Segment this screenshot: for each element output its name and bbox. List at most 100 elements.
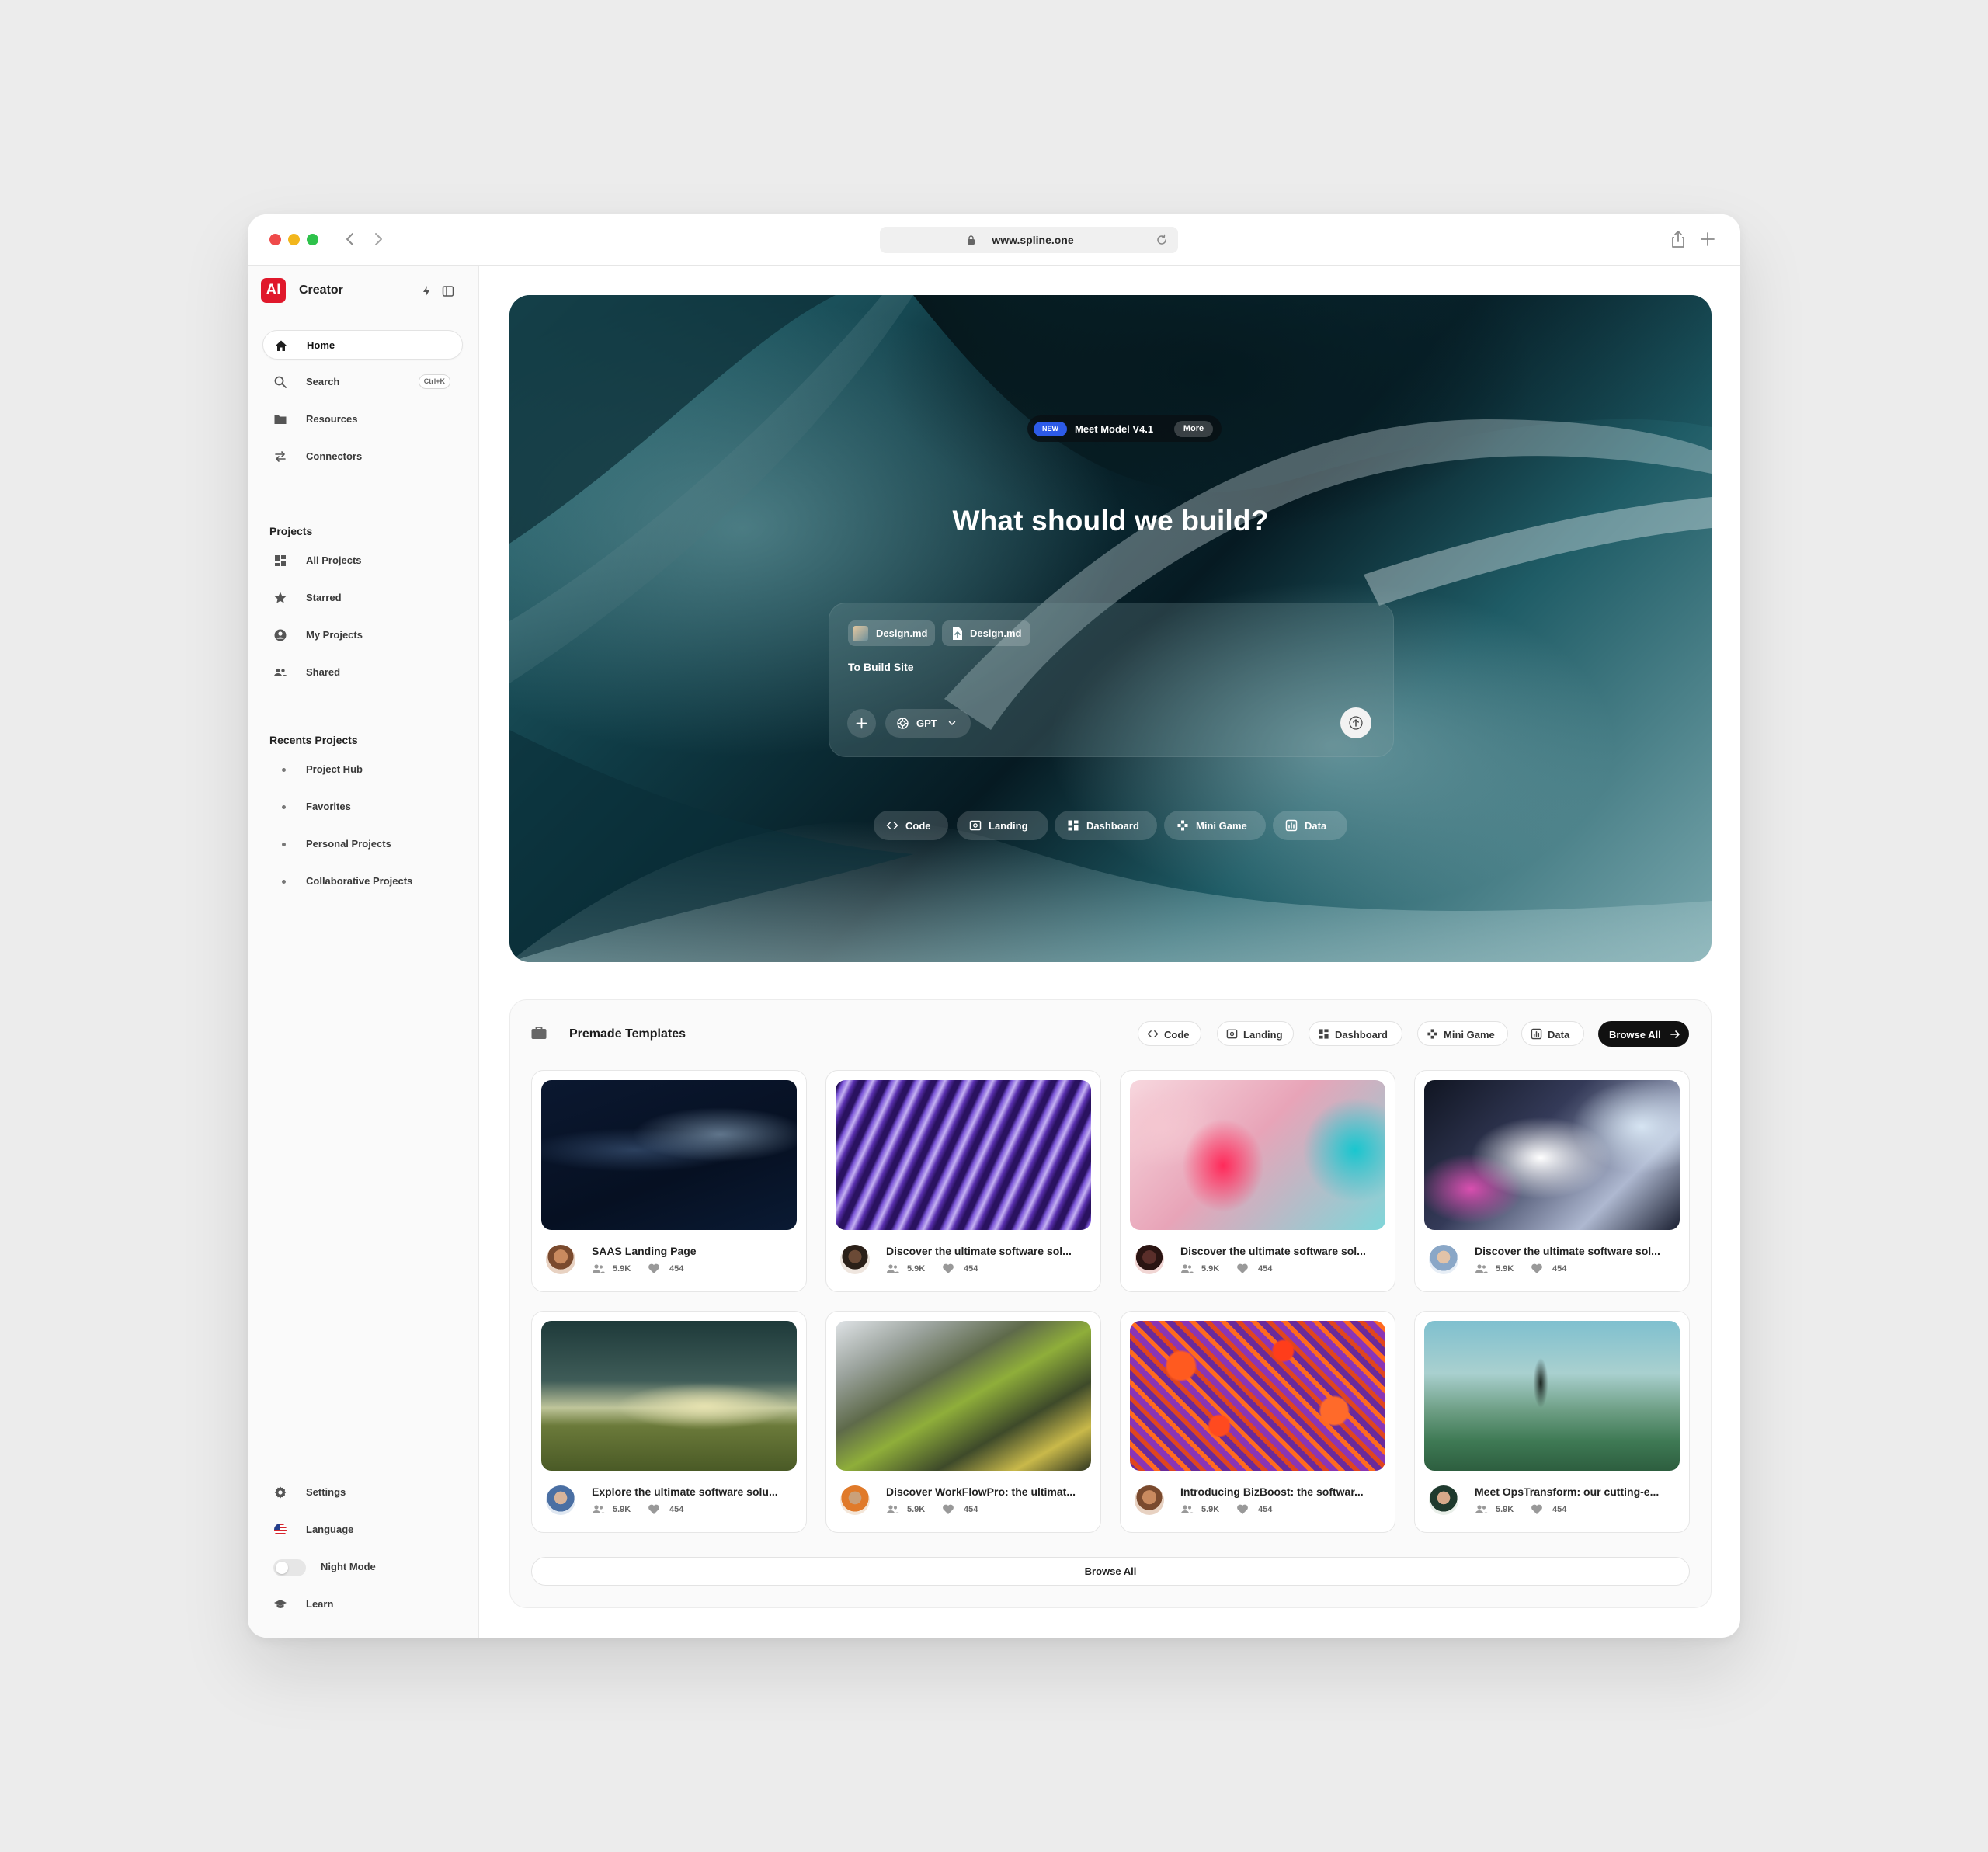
template-card[interactable]: Meet OpsTransform: our cutting-e... 5.9K… — [1414, 1311, 1690, 1533]
attachment-name: Design.md — [876, 627, 928, 639]
recent-personal-projects[interactable]: Personal Projects — [262, 829, 463, 859]
filter-code[interactable]: Code — [1138, 1021, 1201, 1046]
send-button[interactable] — [1340, 707, 1371, 738]
night-mode-toggle[interactable] — [273, 1559, 306, 1576]
recent-favorites[interactable]: Favorites — [262, 792, 463, 822]
hero-pill-label: Dashboard — [1086, 820, 1139, 832]
browse-all-label: Browse All — [1609, 1029, 1661, 1041]
back-arrow-icon[interactable] — [339, 228, 361, 250]
reload-icon[interactable] — [1155, 233, 1169, 247]
nav-resources[interactable]: Resources — [262, 405, 463, 434]
sidebar: AI Creator Home Search Ctrl+K Resources … — [248, 266, 479, 1638]
author-avatar[interactable] — [546, 1485, 575, 1515]
filter-label: Dashboard — [1335, 1029, 1388, 1041]
filter-label: Mini Game — [1444, 1029, 1495, 1041]
likes-count: 454 — [964, 1264, 978, 1273]
search-icon — [274, 376, 287, 388]
author-avatar[interactable] — [840, 1245, 870, 1274]
nav-settings[interactable]: Settings — [262, 1478, 463, 1507]
template-card[interactable]: SAAS Landing Page 5.9K 454 — [531, 1070, 807, 1292]
nav-shared[interactable]: Shared — [262, 658, 463, 687]
users-count: 5.9K — [1496, 1505, 1514, 1514]
nav-learn[interactable]: Learn — [262, 1590, 463, 1619]
filter-data[interactable]: Data — [1521, 1021, 1584, 1046]
nav-starred[interactable]: Starred — [262, 583, 463, 613]
heart-icon[interactable] — [1236, 1503, 1249, 1515]
browse-all-footer-button[interactable]: Browse All — [531, 1557, 1690, 1586]
nav-all-projects[interactable]: All Projects — [262, 546, 463, 575]
maximize-window-button[interactable] — [307, 234, 318, 245]
bullet-dot — [282, 805, 286, 809]
hero-pill-mini-game[interactable]: Mini Game — [1164, 811, 1266, 840]
users-icon — [593, 1505, 605, 1513]
heart-icon[interactable] — [942, 1503, 954, 1515]
template-card[interactable]: Discover the ultimate software sol... 5.… — [1120, 1070, 1395, 1292]
prompt-input-box[interactable]: Design.md Design.md To Build Site GPT — [829, 603, 1394, 757]
template-thumbnail — [1130, 1080, 1385, 1230]
sidebar-toggle-icon[interactable] — [441, 284, 455, 298]
address-bar[interactable]: www.spline.one — [880, 227, 1178, 253]
forward-arrow-icon[interactable] — [367, 228, 389, 250]
author-avatar[interactable] — [1429, 1245, 1458, 1274]
filter-dashboard[interactable]: Dashboard — [1309, 1021, 1402, 1046]
minimize-window-button[interactable] — [288, 234, 300, 245]
hero-pill-dashboard[interactable]: Dashboard — [1055, 811, 1157, 840]
heart-icon[interactable] — [648, 1263, 660, 1274]
template-card[interactable]: Discover the ultimate software sol... 5.… — [1414, 1070, 1690, 1292]
model-selector[interactable]: GPT — [885, 709, 971, 738]
heart-icon[interactable] — [942, 1263, 954, 1274]
share-icon[interactable] — [1667, 228, 1689, 250]
hero-pill-landing[interactable]: Landing — [957, 811, 1048, 840]
nav-connectors[interactable]: Connectors — [262, 442, 463, 471]
attachment-chip[interactable]: Design.md — [848, 620, 935, 646]
author-avatar[interactable] — [1429, 1485, 1458, 1515]
gamepad-icon — [1177, 820, 1188, 831]
heart-icon[interactable] — [648, 1503, 660, 1515]
template-card[interactable]: Explore the ultimate software solu... 5.… — [531, 1311, 807, 1533]
users-icon — [1475, 1264, 1488, 1273]
close-window-button[interactable] — [269, 234, 281, 245]
template-card[interactable]: Discover WorkFlowPro: the ultimat... 5.9… — [825, 1311, 1101, 1533]
attachment-chip[interactable]: Design.md — [942, 620, 1030, 646]
nav-language[interactable]: Language — [262, 1515, 463, 1544]
arrow-up-icon — [1349, 716, 1363, 730]
brand-logo[interactable]: AI — [261, 278, 286, 303]
browser-window: www.spline.one AI Creator Home Search Ct… — [248, 214, 1740, 1638]
filter-landing[interactable]: Landing — [1217, 1021, 1294, 1046]
heart-icon[interactable] — [1531, 1503, 1543, 1515]
heart-icon[interactable] — [1236, 1263, 1249, 1274]
author-avatar[interactable] — [546, 1245, 575, 1274]
prompt-text[interactable]: To Build Site — [848, 661, 914, 673]
new-tab-plus-icon[interactable] — [1697, 228, 1719, 250]
recent-project-hub[interactable]: Project Hub — [262, 755, 463, 784]
nav-my-projects[interactable]: My Projects — [262, 620, 463, 650]
recents-section-title: Recents Projects — [269, 734, 358, 746]
hero-pill-label: Landing — [989, 820, 1028, 832]
filter-label: Code — [1164, 1029, 1190, 1041]
more-button[interactable]: More — [1174, 421, 1213, 437]
chart-icon — [1285, 819, 1298, 832]
author-avatar[interactable] — [840, 1485, 870, 1515]
lightning-icon[interactable] — [419, 284, 433, 298]
template-card[interactable]: Discover the ultimate software sol... 5.… — [825, 1070, 1101, 1292]
filter-mini-game[interactable]: Mini Game — [1417, 1021, 1508, 1046]
heart-icon[interactable] — [1531, 1263, 1543, 1274]
add-attachment-button[interactable] — [847, 709, 876, 738]
nav-search[interactable]: Search Ctrl+K — [262, 367, 463, 397]
recent-collaborative-projects[interactable]: Collaborative Projects — [262, 867, 463, 896]
hero-pill-data[interactable]: Data — [1273, 811, 1347, 840]
author-avatar[interactable] — [1135, 1245, 1164, 1274]
browse-all-button[interactable]: Browse All — [1598, 1021, 1689, 1047]
likes-count: 454 — [669, 1264, 684, 1273]
nav-connectors-label: Connectors — [306, 450, 363, 462]
template-card[interactable]: Introducing BizBoost: the softwar... 5.9… — [1120, 1311, 1395, 1533]
hero-pill-code[interactable]: Code — [874, 811, 948, 840]
nav-home[interactable]: Home — [262, 330, 463, 360]
nav-resources-label: Resources — [306, 413, 358, 425]
author-avatar[interactable] — [1135, 1485, 1164, 1515]
model-announcement-badge[interactable]: NEW Meet Model V4.1 More — [1027, 415, 1222, 442]
nav-starred-label: Starred — [306, 592, 342, 603]
template-thumbnail — [836, 1080, 1091, 1230]
user-circle-icon — [274, 629, 287, 641]
gear-icon — [274, 1486, 287, 1499]
